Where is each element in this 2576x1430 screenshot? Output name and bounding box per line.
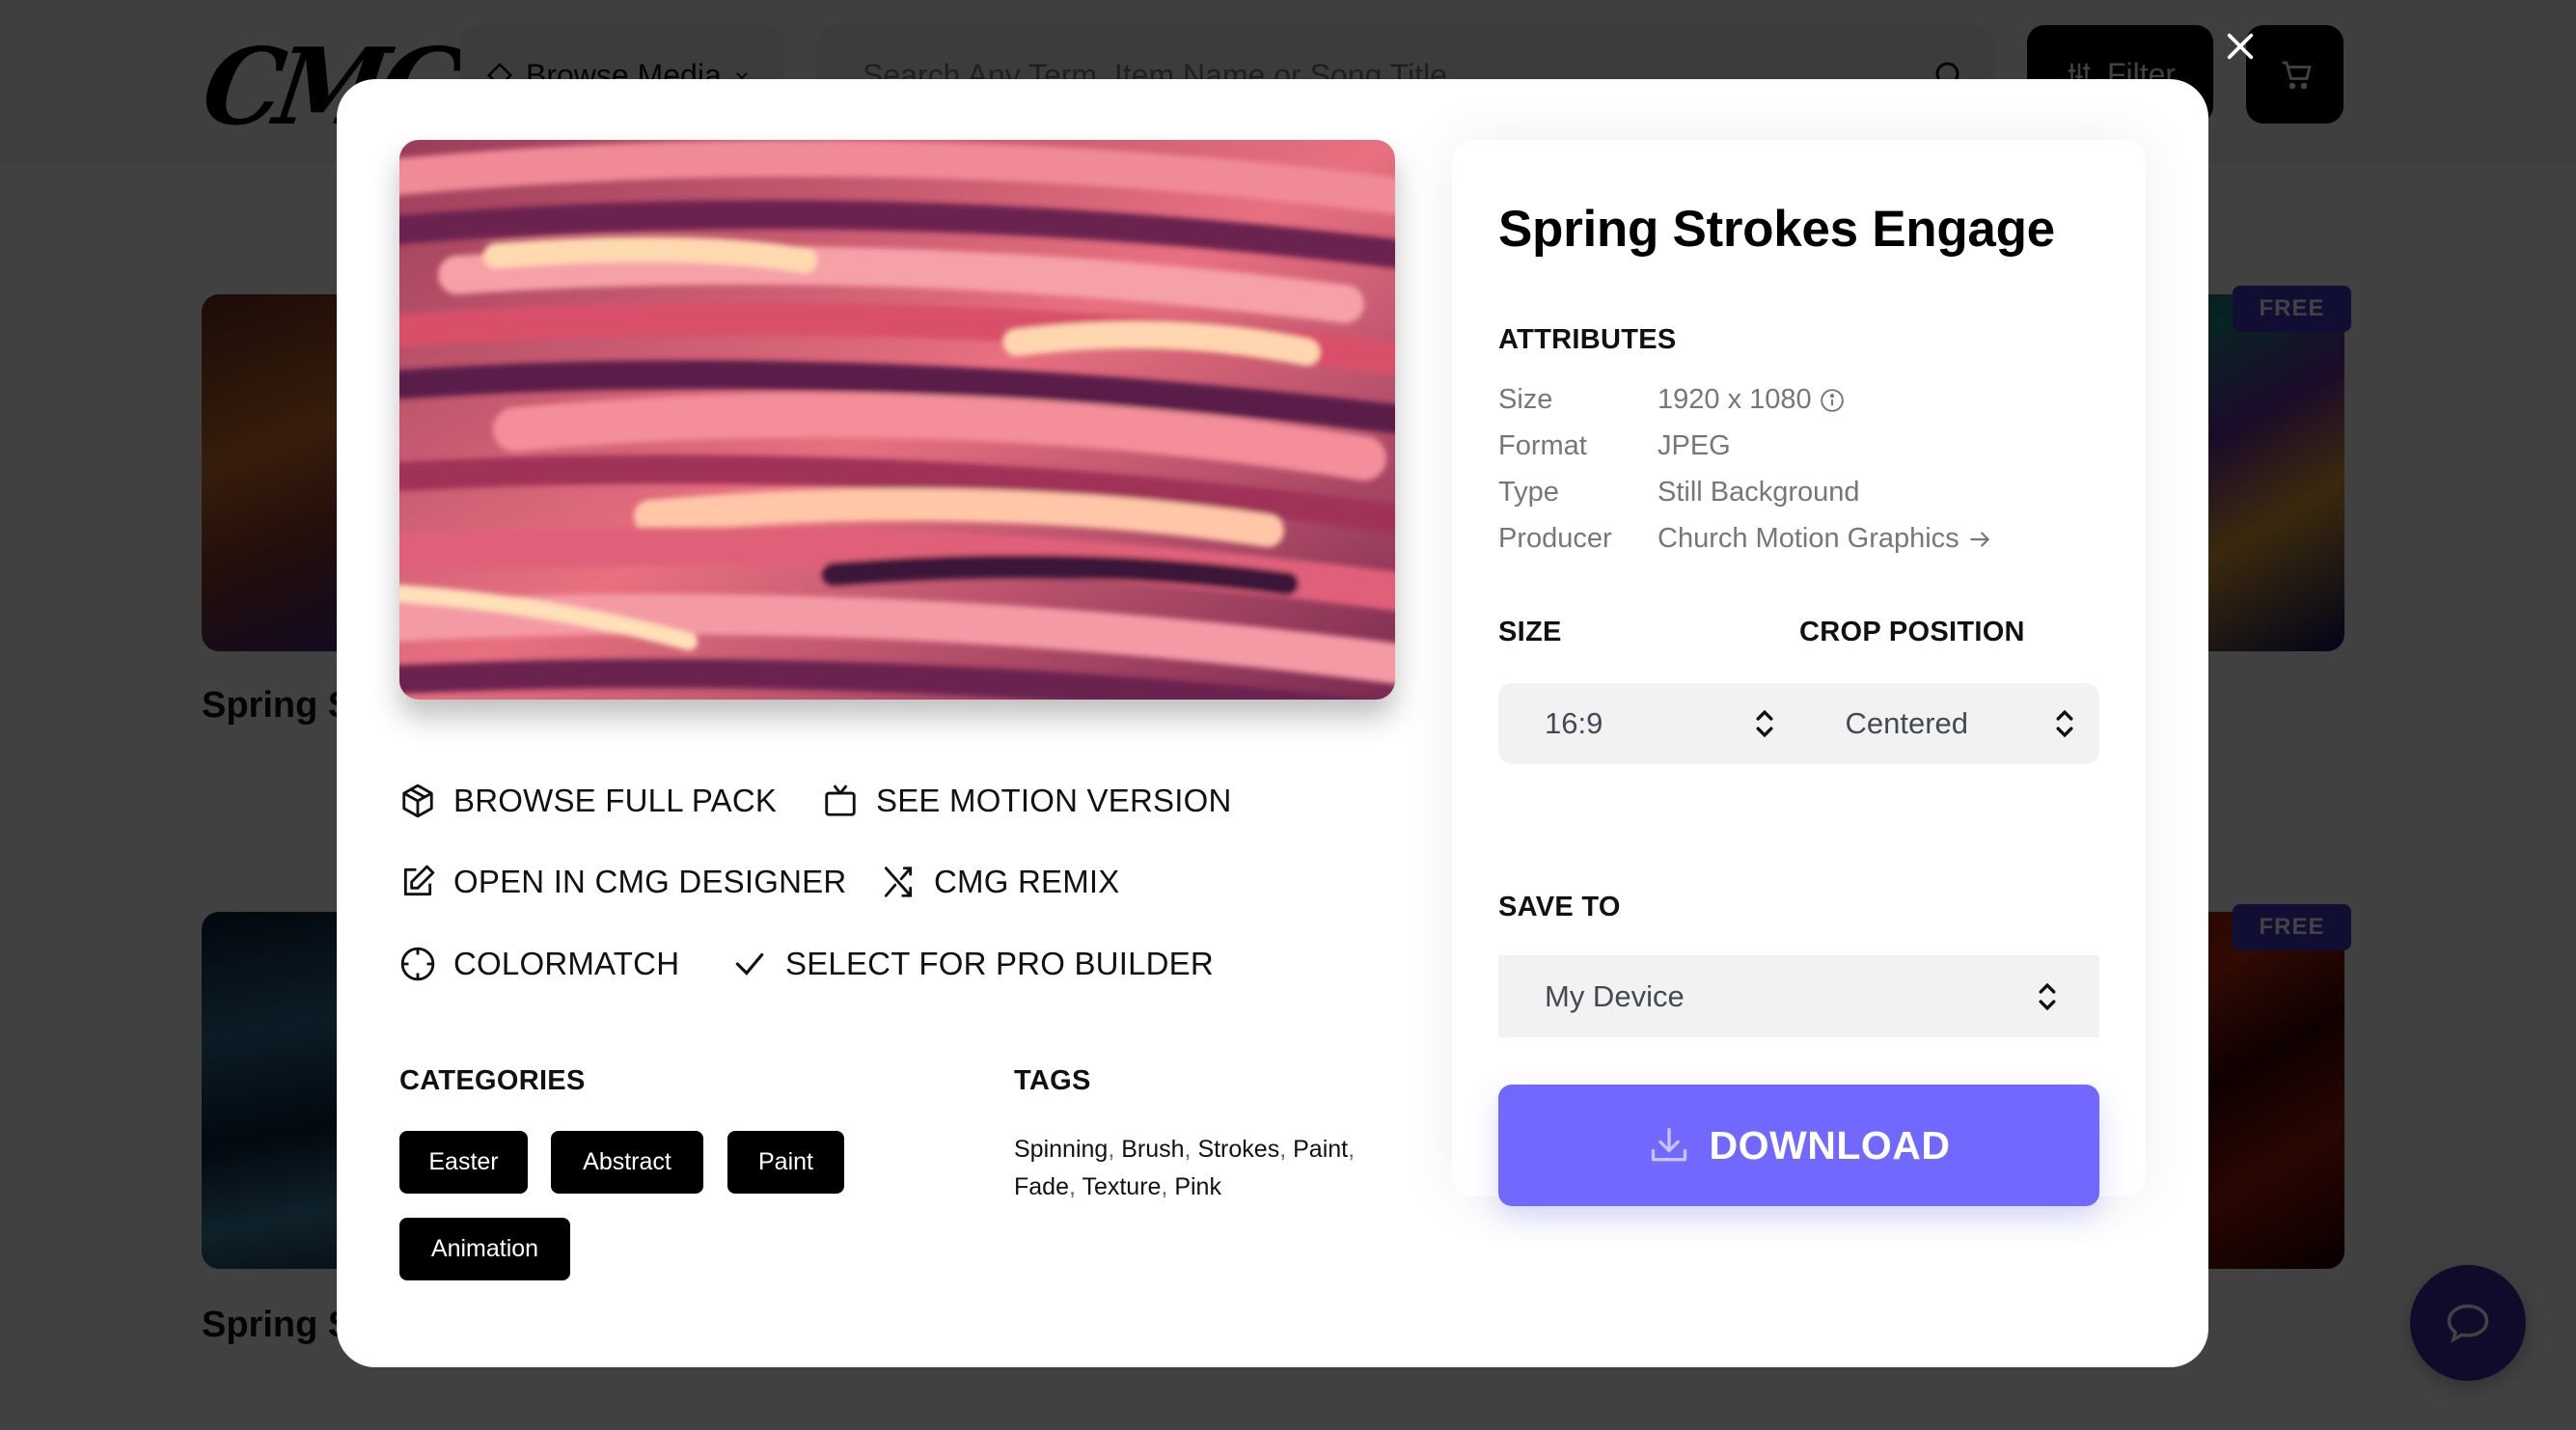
edit-icon: [403, 865, 435, 896]
tags-heading: TAGS: [1014, 1065, 1091, 1096]
tag-link[interactable]: Strokes: [1197, 1136, 1279, 1163]
tag-link[interactable]: Fade: [1014, 1173, 1069, 1200]
action-label: COLORMATCH: [453, 946, 680, 981]
action-label: SELECT FOR PRO BUILDER: [785, 946, 1214, 981]
cmg-remix-link[interactable]: CMG REMIX: [880, 864, 1119, 900]
attribute-key: Size: [1498, 384, 1553, 415]
shuffle-icon: [884, 866, 913, 897]
media-title: Spring Strokes Engage: [1498, 201, 2055, 258]
attribute-value: JPEG: [1658, 430, 1731, 461]
check-icon: [735, 952, 764, 976]
save-to-heading: SAVE TO: [1498, 892, 1621, 922]
attribute-key: Producer: [1498, 523, 1612, 554]
categories-heading: CATEGORIES: [399, 1065, 586, 1096]
attribute-value: 1920 x 1080: [1658, 384, 1812, 415]
attribute-producer: Producer Church Motion Graphics: [1498, 523, 1992, 555]
attribute-size: Size 1920 x 1080: [1498, 384, 1845, 416]
browse-full-pack-link[interactable]: BROWSE FULL PACK: [399, 783, 777, 819]
producer-link[interactable]: Church Motion Graphics: [1658, 523, 1992, 555]
download-label: DOWNLOAD: [1709, 1122, 1951, 1168]
attribute-value: Still Background: [1658, 477, 1860, 508]
chevron-up-down-icon: [2056, 709, 2073, 738]
action-label: CMG REMIX: [934, 864, 1120, 899]
size-heading: SIZE: [1498, 617, 1562, 647]
category-chip[interactable]: Easter: [399, 1131, 528, 1194]
attribute-value: Church Motion Graphics: [1658, 523, 1959, 554]
tag-link[interactable]: Pink: [1174, 1173, 1221, 1200]
attribute-key: Type: [1498, 477, 1559, 508]
download-icon: [1651, 1127, 1686, 1162]
download-button[interactable]: DOWNLOAD: [1498, 1085, 2099, 1206]
action-label: BROWSE FULL PACK: [453, 783, 778, 818]
info-icon[interactable]: [1820, 388, 1845, 413]
attribute-type: Type Still Background: [1498, 477, 1860, 509]
chevron-up-down-icon: [1756, 709, 1772, 738]
download-panel: Spring Strokes Engage ATTRIBUTES Size 19…: [1452, 140, 2146, 1206]
size-select-value: 16:9: [1545, 706, 1603, 740]
tv-icon: [825, 784, 856, 816]
tags-list: Spinning, Brush, Strokes, Paint, Fade, T…: [1014, 1136, 1356, 1200]
media-detail-modal: BROWSE FULL PACK SEE MOTION VERSION OPEN…: [337, 79, 2208, 1367]
colormatch-link[interactable]: COLORMATCH: [399, 946, 679, 982]
tag-link[interactable]: Brush: [1121, 1136, 1184, 1163]
crop-select-value: Centered: [1845, 706, 1969, 740]
close-icon: [2227, 33, 2254, 60]
tag-link[interactable]: Spinning: [1014, 1136, 1108, 1163]
select-for-pro-builder-link[interactable]: SELECT FOR PRO BUILDER: [731, 946, 1214, 982]
attribute-format: Format JPEG: [1498, 430, 1731, 462]
attributes-heading: ATTRIBUTES: [1498, 324, 1677, 355]
tag-link[interactable]: Texture: [1082, 1173, 1161, 1200]
action-label: OPEN IN CMG DESIGNER: [453, 864, 847, 899]
crop-position-heading: CROP POSITION: [1799, 617, 2025, 647]
category-chip[interactable]: Animation: [399, 1218, 570, 1280]
category-chip[interactable]: Paint: [727, 1131, 844, 1194]
close-modal-button[interactable]: [2219, 25, 2261, 68]
save-to-select[interactable]: My Device: [1498, 955, 2099, 1037]
crosshair-icon: [400, 947, 435, 981]
package-icon: [402, 784, 433, 818]
size-select[interactable]: 16:9: [1498, 683, 1799, 764]
see-motion-version-link[interactable]: SEE MOTION VERSION: [822, 783, 1232, 819]
arrow-right-icon: [1969, 531, 1989, 547]
save-to-value: My Device: [1545, 978, 1685, 1013]
open-in-cmg-designer-link[interactable]: OPEN IN CMG DESIGNER: [399, 864, 846, 900]
attribute-key: Format: [1498, 430, 1587, 461]
action-label: SEE MOTION VERSION: [876, 783, 1232, 818]
media-preview-image: [399, 140, 1395, 700]
crop-position-select[interactable]: Centered: [1799, 683, 2100, 764]
category-chip[interactable]: Abstract: [551, 1131, 703, 1194]
preview-artwork: [399, 140, 1395, 700]
chevron-up-down-icon: [2039, 982, 2056, 1010]
tag-link[interactable]: Paint: [1293, 1136, 1348, 1163]
size-crop-selects: 16:9 Centered: [1498, 683, 2099, 764]
